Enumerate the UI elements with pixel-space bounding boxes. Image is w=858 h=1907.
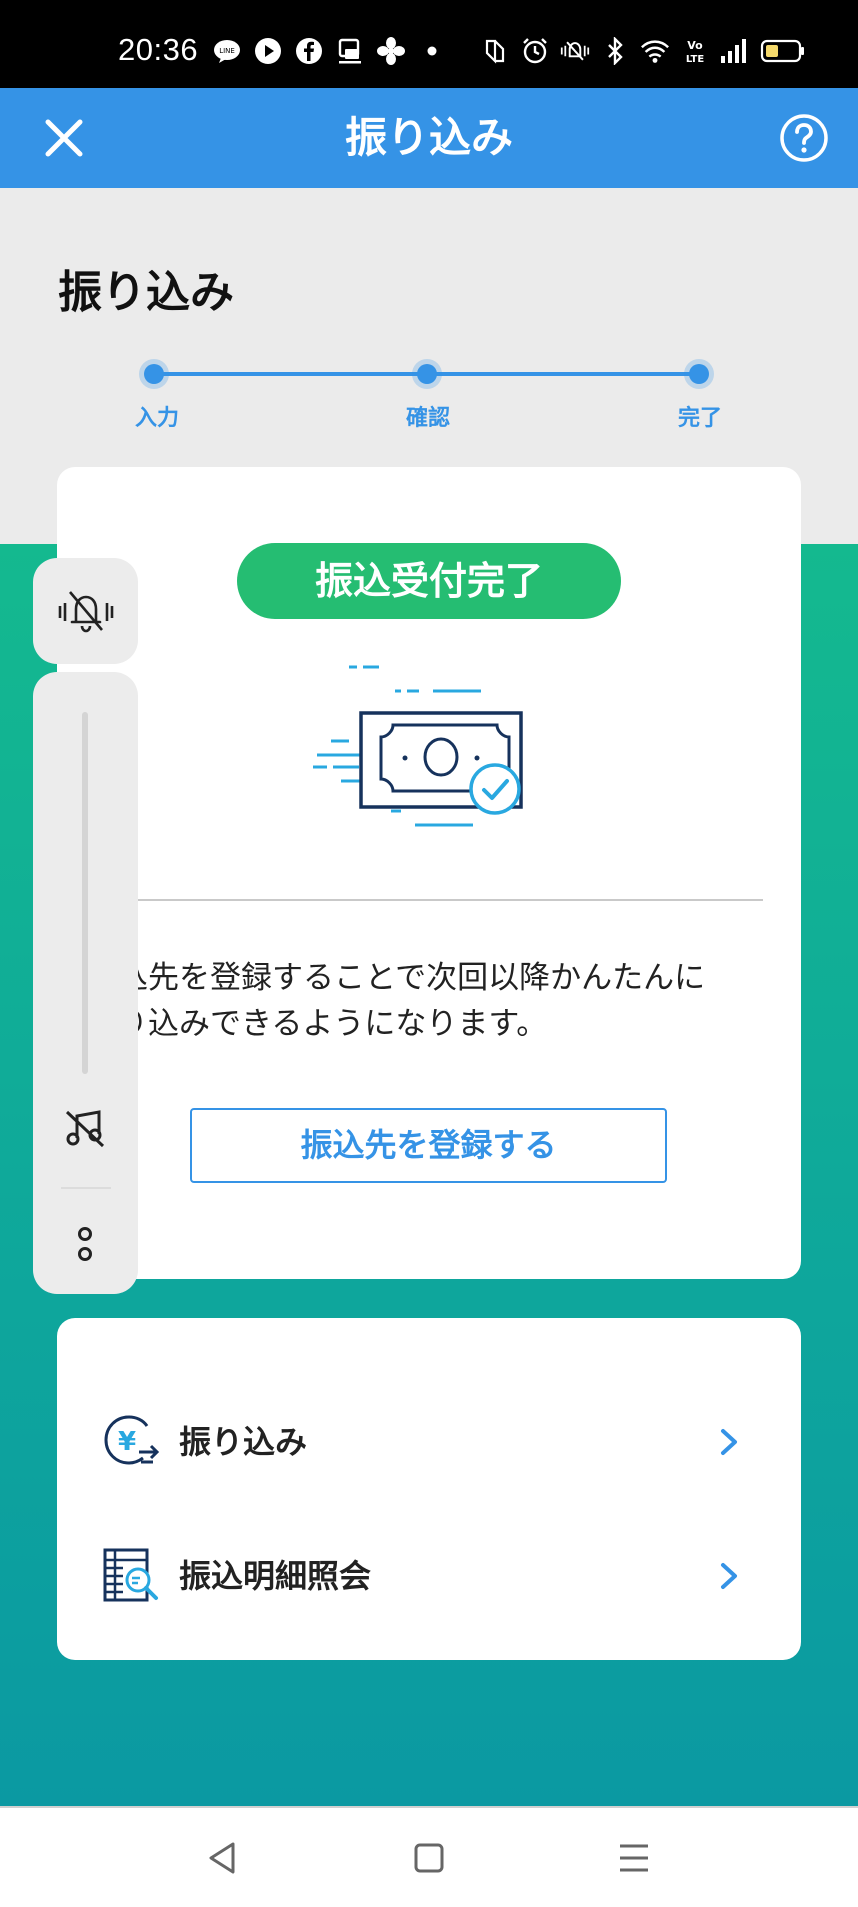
svg-text:Vo: Vo [687, 39, 703, 52]
nav-back-button[interactable] [203, 1838, 243, 1878]
transfer-result-card: 振込受付完了 込先を登録することで次回以降かんたんに り込みできるようになります… [57, 467, 801, 1279]
register-hint-line1: 込先を登録することで次回以降かんたんに [117, 960, 706, 996]
header-title: 振り込み [344, 113, 513, 162]
step-dot-complete [689, 364, 709, 384]
close-button[interactable] [36, 110, 92, 166]
line-icon: LINE [212, 36, 242, 66]
chevron-right-icon [717, 1426, 741, 1458]
menu-item-label: 振込明細照会 [179, 1557, 372, 1595]
page-title: 振り込み [58, 267, 234, 318]
step-label-confirm: 確認 [405, 406, 450, 431]
vibrate-off-icon [560, 36, 590, 66]
nfc-icon [480, 36, 510, 66]
system-nav-bar [0, 1806, 858, 1907]
nav-home-button[interactable] [409, 1838, 449, 1878]
nav-menu-button[interactable] [614, 1838, 654, 1878]
register-hint-line2: り込みできるようになります。 [117, 1006, 548, 1042]
status-badge: 振込受付完了 [237, 543, 621, 619]
step-label-input: 入力 [134, 406, 179, 431]
money-check-icon [297, 653, 537, 843]
youtube-icon [253, 36, 283, 66]
alarm-icon [520, 36, 550, 66]
app-notification-icon [335, 36, 365, 66]
step-dot-confirm [417, 364, 437, 384]
battery-icon [760, 36, 806, 66]
overlay-more-button[interactable] [69, 1224, 101, 1264]
menu-item-transfer-statement[interactable]: 振込明細照会 [57, 1526, 801, 1626]
facebook-icon [294, 36, 324, 66]
close-icon [45, 119, 83, 157]
chevron-right-icon [717, 1560, 741, 1592]
status-bar: 20:36 LINE Vo LTE [0, 0, 858, 88]
status-time: 20:36 [118, 32, 199, 67]
svg-text:LINE: LINE [219, 47, 235, 55]
step-dot-input [144, 364, 164, 384]
yen-transfer-icon: ¥ [101, 1412, 161, 1472]
bluetooth-icon [600, 36, 630, 66]
divider [117, 899, 763, 901]
signal-icon [720, 36, 750, 66]
menu-lines-icon [620, 1844, 648, 1872]
svg-text:LTE: LTE [686, 54, 705, 65]
app-header: 振り込み [0, 88, 858, 188]
quick-menu-card: ¥ 振り込み 振込明細照会 [57, 1318, 801, 1660]
register-payee-button[interactable]: 振込先を登録する [190, 1108, 667, 1183]
music-off-icon [65, 1110, 105, 1148]
overlay-separator [61, 1187, 111, 1189]
step-label-complete: 完了 [677, 406, 722, 431]
volte-icon: Vo LTE [680, 36, 710, 66]
help-icon [780, 114, 828, 162]
register-hint-text: 込先を登録することで次回以降かんたんに り込みできるようになります。 [117, 955, 777, 1047]
system-icons: Vo LTE [480, 36, 806, 66]
volume-slider[interactable] [82, 712, 88, 1074]
wifi-icon [640, 36, 670, 66]
music-off-button[interactable] [63, 1106, 107, 1150]
svg-text:¥: ¥ [118, 1427, 136, 1457]
help-button[interactable] [778, 112, 830, 164]
more-vertical-icon [78, 1227, 92, 1261]
media-overlay-panel [33, 672, 138, 1294]
bell-off-icon [58, 591, 113, 633]
menu-item-transfer[interactable]: ¥ 振り込み [57, 1392, 801, 1492]
back-triangle-icon [209, 1842, 235, 1874]
notification-icons: LINE [212, 36, 447, 66]
dot-icon [417, 36, 447, 66]
fan-icon [376, 36, 406, 66]
mute-toggle-button[interactable] [33, 558, 138, 664]
menu-item-label: 振り込み [179, 1423, 308, 1461]
home-square-icon [414, 1843, 444, 1873]
statement-search-icon [101, 1546, 161, 1606]
